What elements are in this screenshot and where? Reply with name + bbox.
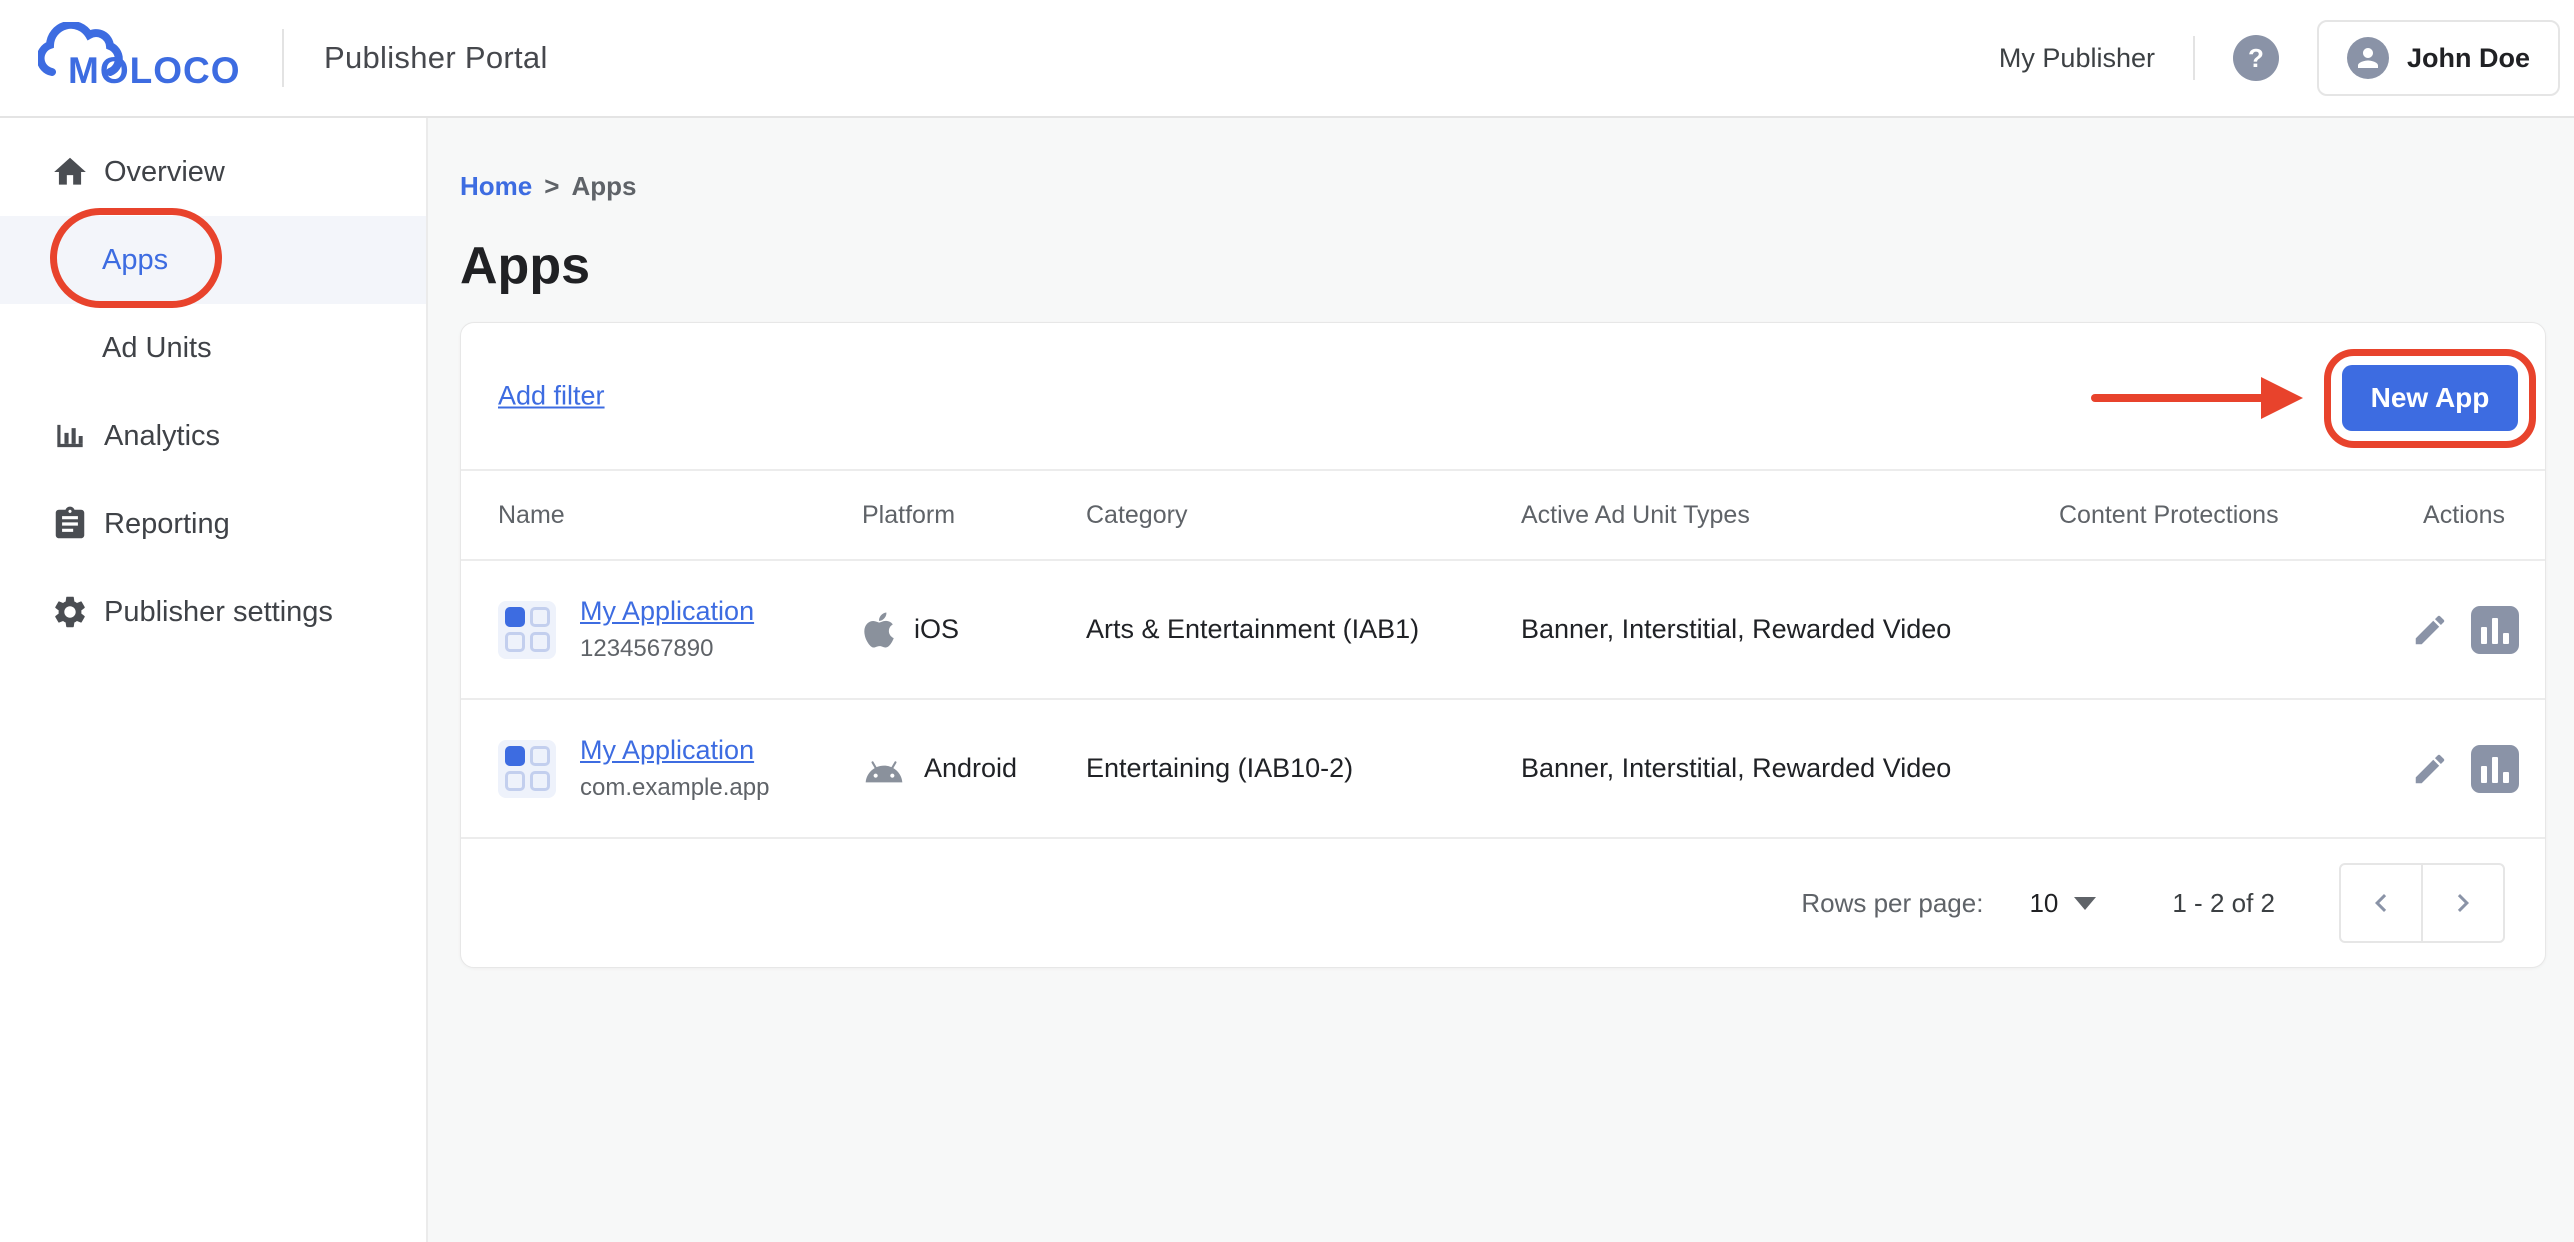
user-menu-button[interactable]: John Doe	[2317, 20, 2560, 96]
header-divider-2	[2193, 36, 2195, 80]
home-icon	[50, 153, 90, 191]
table-row: My Application 1234567890 iOS Arts & Ent…	[461, 561, 2545, 700]
avatar-icon	[2347, 37, 2389, 79]
category-cell: Entertaining (IAB10-2)	[1086, 753, 1521, 784]
publisher-selector[interactable]: My Publisher	[1999, 43, 2155, 74]
sidebar-item-label: Apps	[102, 244, 168, 277]
category-cell: Arts & Entertainment (IAB1)	[1086, 614, 1521, 645]
dropdown-caret-icon	[2074, 897, 2096, 910]
column-header-actions: Actions	[2411, 501, 2505, 530]
breadcrumb: Home > Apps	[460, 171, 2546, 202]
sidebar-item-reporting[interactable]: Reporting	[0, 480, 426, 568]
sidebar-item-publisher-settings[interactable]: Publisher settings	[0, 568, 426, 656]
add-filter-link[interactable]: Add filter	[498, 381, 605, 412]
rows-per-page-label: Rows per page:	[1801, 888, 1983, 919]
table-toolbar: Add filter New App	[461, 323, 2545, 471]
platform-label: iOS	[914, 614, 959, 645]
android-icon	[862, 749, 906, 789]
annotation-arrow-head	[2261, 377, 2303, 419]
sidebar-item-label: Ad Units	[102, 332, 212, 365]
platform-label: Android	[924, 753, 1017, 784]
sidebar-item-ad-units[interactable]: Ad Units	[0, 304, 426, 392]
main-content: Home > Apps Apps Add filter New App Name…	[428, 118, 2574, 1242]
new-app-button[interactable]: New App	[2342, 365, 2518, 431]
chevron-right-icon	[2445, 885, 2481, 921]
column-header-name: Name	[498, 501, 862, 530]
ad-unit-types-cell: Banner, Interstitial, Rewarded Video	[1521, 753, 2059, 784]
clipboard-icon	[50, 505, 90, 543]
sidebar-item-overview[interactable]: Overview	[0, 128, 426, 216]
app-id: com.example.app	[580, 774, 769, 802]
table-row: My Application com.example.app Android E…	[461, 700, 2545, 839]
user-name: John Doe	[2407, 43, 2530, 74]
apps-card: Add filter New App Name Platform Categor…	[460, 322, 2546, 968]
sidebar: Overview Apps Ad Units Analytics Reporti…	[0, 118, 428, 1242]
apple-icon	[862, 610, 896, 650]
app-tile-icon	[498, 601, 556, 659]
product-title: Publisher Portal	[324, 40, 548, 76]
breadcrumb-home-link[interactable]: Home	[460, 171, 532, 202]
sidebar-item-apps[interactable]: Apps	[0, 216, 426, 304]
rows-per-page-value: 10	[2029, 888, 2058, 919]
sidebar-item-label: Reporting	[104, 508, 230, 541]
breadcrumb-current: Apps	[571, 171, 636, 202]
ad-unit-types-cell: Banner, Interstitial, Rewarded Video	[1521, 614, 2059, 645]
column-header-platform: Platform	[862, 501, 1086, 530]
rows-per-page-select[interactable]: 10	[2029, 888, 2096, 919]
gear-icon	[50, 593, 90, 631]
column-header-content-protections: Content Protections	[2059, 501, 2411, 530]
previous-page-button[interactable]	[2339, 863, 2423, 943]
annotation-arrow-line	[2091, 394, 2267, 402]
chevron-left-icon	[2363, 885, 2399, 921]
app-name-link[interactable]: My Application	[580, 735, 769, 766]
column-header-category: Category	[1086, 501, 1521, 530]
table-header-row: Name Platform Category Active Ad Unit Ty…	[461, 471, 2545, 561]
app-stats-icon[interactable]	[2471, 745, 2519, 793]
sidebar-item-label: Overview	[104, 156, 225, 189]
top-header: MOLOCO Publisher Portal My Publisher ? J…	[0, 0, 2574, 118]
sidebar-item-label: Publisher settings	[104, 596, 333, 629]
column-header-ad-unit-types: Active Ad Unit Types	[1521, 501, 2059, 530]
breadcrumb-separator: >	[544, 171, 559, 202]
pagination-range: 1 - 2 of 2	[2172, 888, 2275, 919]
page-title: Apps	[460, 236, 2546, 296]
bar-chart-icon	[50, 417, 90, 455]
edit-pencil-icon[interactable]	[2411, 750, 2449, 788]
app-name-link[interactable]: My Application	[580, 596, 754, 627]
edit-pencil-icon[interactable]	[2411, 611, 2449, 649]
moloco-logo[interactable]: MOLOCO	[36, 20, 242, 96]
sidebar-item-analytics[interactable]: Analytics	[0, 392, 426, 480]
app-id: 1234567890	[580, 635, 754, 663]
header-divider	[282, 29, 284, 87]
help-icon[interactable]: ?	[2233, 35, 2279, 81]
sidebar-item-label: Analytics	[104, 420, 220, 453]
help-glyph: ?	[2248, 43, 2264, 74]
app-tile-icon	[498, 740, 556, 798]
pagination-bar: Rows per page: 10 1 - 2 of 2	[461, 839, 2545, 967]
next-page-button[interactable]	[2421, 863, 2505, 943]
brand-wordmark: MOLOCO	[68, 50, 240, 92]
app-stats-icon[interactable]	[2471, 606, 2519, 654]
